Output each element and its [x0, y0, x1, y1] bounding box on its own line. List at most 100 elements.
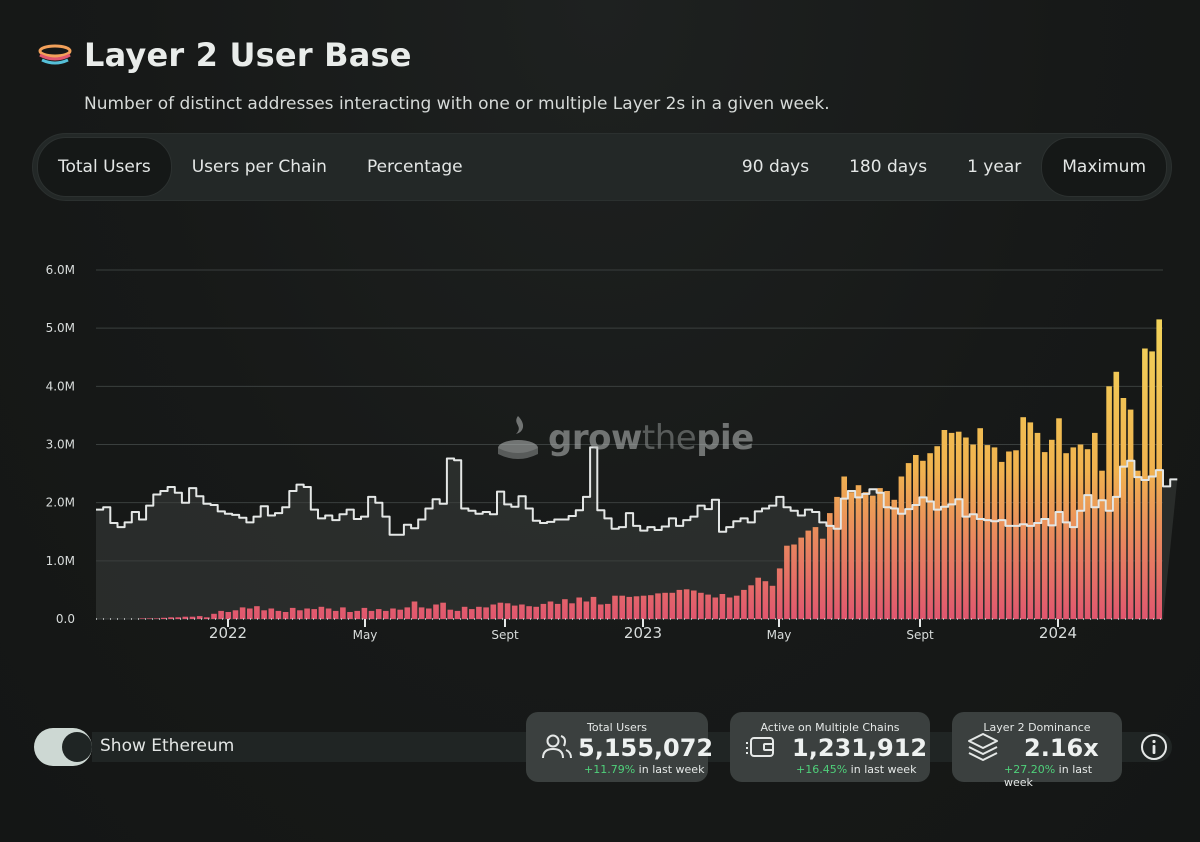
metric-value: 1,231,912 [792, 734, 928, 762]
l2-bar [304, 608, 310, 619]
tab-180-days[interactable]: 180 days [829, 138, 947, 196]
l2-bar [1013, 450, 1019, 619]
l2-bar [153, 618, 160, 619]
l2-bar [733, 595, 740, 619]
l2-bar [447, 609, 454, 619]
l2-bar [1020, 417, 1026, 619]
l2-bar [1056, 418, 1062, 619]
l2-bar [984, 445, 991, 619]
l2-bar [483, 607, 489, 619]
l2-bar [526, 606, 532, 619]
l2-bar [1120, 398, 1127, 619]
tab-maximum[interactable]: Maximum [1041, 137, 1167, 197]
l2-bar [411, 601, 418, 619]
info-icon[interactable] [1140, 733, 1168, 761]
l2-bar [461, 606, 468, 619]
l2-bar [762, 581, 769, 619]
ethereum-line [96, 446, 1178, 536]
l2-bar [1041, 452, 1048, 619]
metric-card-l2-dominance: Layer 2 Dominance 2.16x +27.20% in last … [952, 712, 1122, 789]
l2-bar [347, 612, 353, 619]
tab-90-days[interactable]: 90 days [722, 138, 829, 196]
timespan-tabs: 90 days 180 days 1 year Maximum [722, 137, 1167, 197]
l2-bar [626, 596, 633, 619]
l2-bar [139, 618, 146, 619]
l2-bar [948, 432, 955, 619]
l2-bar [569, 603, 575, 619]
l2-bar [418, 607, 425, 619]
toggle-knob[interactable] [62, 732, 92, 762]
l2-bar [1006, 451, 1012, 619]
tab-percentage[interactable]: Percentage [347, 138, 483, 196]
l2-bar [368, 610, 375, 619]
x-tick-label: Sept [491, 628, 519, 642]
l2-bar [1099, 470, 1105, 619]
l2-bar [583, 601, 590, 619]
layer-stack-icon [38, 44, 72, 65]
show-ethereum-toggle[interactable] [34, 728, 92, 766]
l2-bar [640, 595, 647, 619]
chart-tab-bar: Total Users Users per Chain Percentage 9… [32, 133, 1172, 201]
l2-bar [354, 610, 360, 619]
l2-bar [318, 606, 325, 619]
l2-bar [827, 513, 833, 619]
tab-users-per-chain[interactable]: Users per Chain [172, 138, 347, 196]
l2-bar [1156, 319, 1162, 619]
l2-bar [397, 609, 403, 619]
l2-bar [812, 527, 819, 619]
l2-bar [175, 617, 181, 619]
page-title: Layer 2 User Base [84, 36, 412, 74]
l2-bar [332, 610, 339, 619]
l2-bar [383, 610, 389, 619]
l2-bar [705, 594, 711, 619]
l2-bar [633, 596, 640, 619]
tab-1-year[interactable]: 1 year [947, 138, 1041, 196]
l2-bar [490, 604, 497, 619]
metric-change: +16.45% in last week [796, 763, 917, 776]
l2-bar [390, 608, 396, 619]
l2-bar [1135, 470, 1141, 619]
l2-bar [225, 612, 232, 619]
l2-bar [784, 545, 790, 619]
l2-bar [776, 568, 783, 619]
l2-bar [891, 499, 898, 619]
l2-bar [239, 607, 246, 619]
l2-bar [426, 608, 432, 619]
l2-bar [998, 461, 1005, 619]
metric-change: +11.79% in last week [584, 763, 705, 776]
l2-bar [741, 589, 747, 619]
l2-bar [1149, 351, 1155, 619]
l2-bar [218, 610, 224, 619]
l2-bar [669, 592, 676, 619]
y-tick-label: 6.0M [46, 263, 75, 277]
layers-icon [968, 733, 998, 761]
l2-bar [698, 592, 704, 619]
l2-bar [755, 577, 761, 619]
l2-bar [433, 604, 439, 619]
growthepie-watermark: growthepie [494, 412, 754, 464]
metric-card-multiple-chains: Active on Multiple Chains 1,231,912 +16.… [730, 712, 930, 782]
l2-bar [791, 544, 797, 619]
l2-bar [1084, 449, 1091, 619]
l2-bar [1070, 447, 1077, 619]
l2-bar [247, 608, 253, 619]
l2-bar [970, 444, 976, 619]
l2-bar [440, 602, 446, 619]
l2-bar [282, 612, 289, 619]
l2-bar [848, 492, 855, 619]
l2-bar [511, 605, 518, 619]
l2-bar [211, 613, 217, 619]
l2-bar [590, 596, 597, 619]
tab-total-users[interactable]: Total Users [37, 137, 172, 197]
l2-bar [1049, 439, 1055, 619]
l2-bar [927, 453, 933, 619]
l2-bar [261, 610, 267, 619]
x-tick-label: May [767, 628, 792, 642]
watermark-text: growthepie [548, 418, 754, 458]
metric-card-total-users: Total Users 5,155,072 +11.79% in last we… [526, 712, 713, 782]
l2-bar [963, 437, 969, 619]
l2-bar [991, 447, 998, 619]
y-tick-label: 2.0M [46, 496, 75, 510]
l2-bar [719, 594, 726, 619]
l2-bar [805, 530, 812, 619]
